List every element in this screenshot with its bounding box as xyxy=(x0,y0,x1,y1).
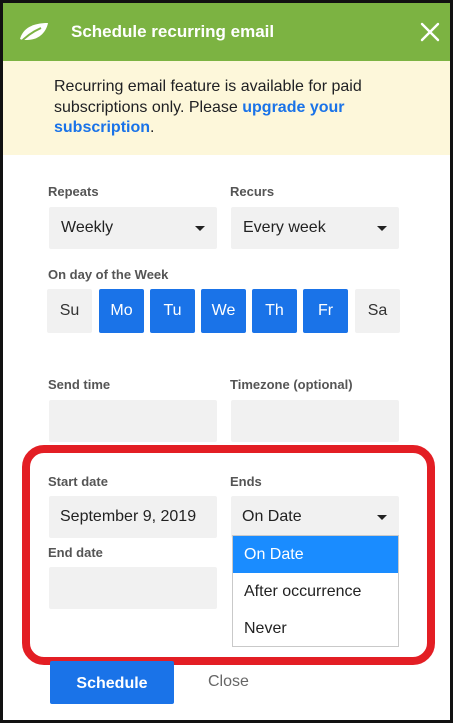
send-time-label: Send time xyxy=(48,377,111,392)
day-tuesday[interactable]: Tu xyxy=(150,289,195,333)
end-date-label: End date xyxy=(48,545,103,560)
day-sunday[interactable]: Su xyxy=(47,289,92,333)
day-monday[interactable]: Mo xyxy=(99,289,144,333)
day-thursday[interactable]: Th xyxy=(252,289,297,333)
ends-value: On Date xyxy=(242,508,302,525)
recurs-label: Recurs xyxy=(230,184,275,199)
recurs-value: Every week xyxy=(243,219,326,236)
ends-dropdown-menu: On Date After occurrence Never xyxy=(232,535,399,647)
recurs-select[interactable]: Every week xyxy=(231,207,399,249)
day-saturday[interactable]: Sa xyxy=(355,289,400,333)
repeats-select[interactable]: Weekly xyxy=(49,207,217,249)
send-time-field[interactable] xyxy=(49,400,217,442)
end-date-field[interactable] xyxy=(49,567,217,609)
ends-label: Ends xyxy=(230,474,262,489)
close-icon[interactable] xyxy=(418,20,442,44)
ends-option-after-occurrence[interactable]: After occurrence xyxy=(233,573,398,610)
timezone-field[interactable] xyxy=(231,400,399,442)
schedule-button[interactable]: Schedule xyxy=(50,661,174,704)
timezone-label: Timezone (optional) xyxy=(230,377,353,392)
start-date-field[interactable]: September 9, 2019 xyxy=(49,496,217,538)
dialog-title: Schedule recurring email xyxy=(71,22,275,41)
chevron-down-icon xyxy=(377,226,387,231)
chevron-down-icon xyxy=(195,226,205,231)
start-date-label: Start date xyxy=(48,474,108,489)
ends-option-on-date[interactable]: On Date xyxy=(233,536,398,573)
repeats-label: Repeats xyxy=(48,184,99,199)
ends-select[interactable]: On Date xyxy=(231,496,399,538)
close-button[interactable]: Close xyxy=(208,673,249,691)
days-label: On day of the Week xyxy=(48,267,169,282)
chevron-down-icon xyxy=(377,515,387,520)
leaf-logo-icon xyxy=(17,20,51,46)
day-friday[interactable]: Fr xyxy=(303,289,348,333)
ends-option-never[interactable]: Never xyxy=(233,610,398,647)
repeats-value: Weekly xyxy=(61,219,114,236)
upgrade-notice: Recurring email feature is available for… xyxy=(3,61,450,155)
notice-period: . xyxy=(150,119,155,136)
day-wednesday[interactable]: We xyxy=(201,289,246,333)
dialog-header: Schedule recurring email xyxy=(3,3,450,61)
